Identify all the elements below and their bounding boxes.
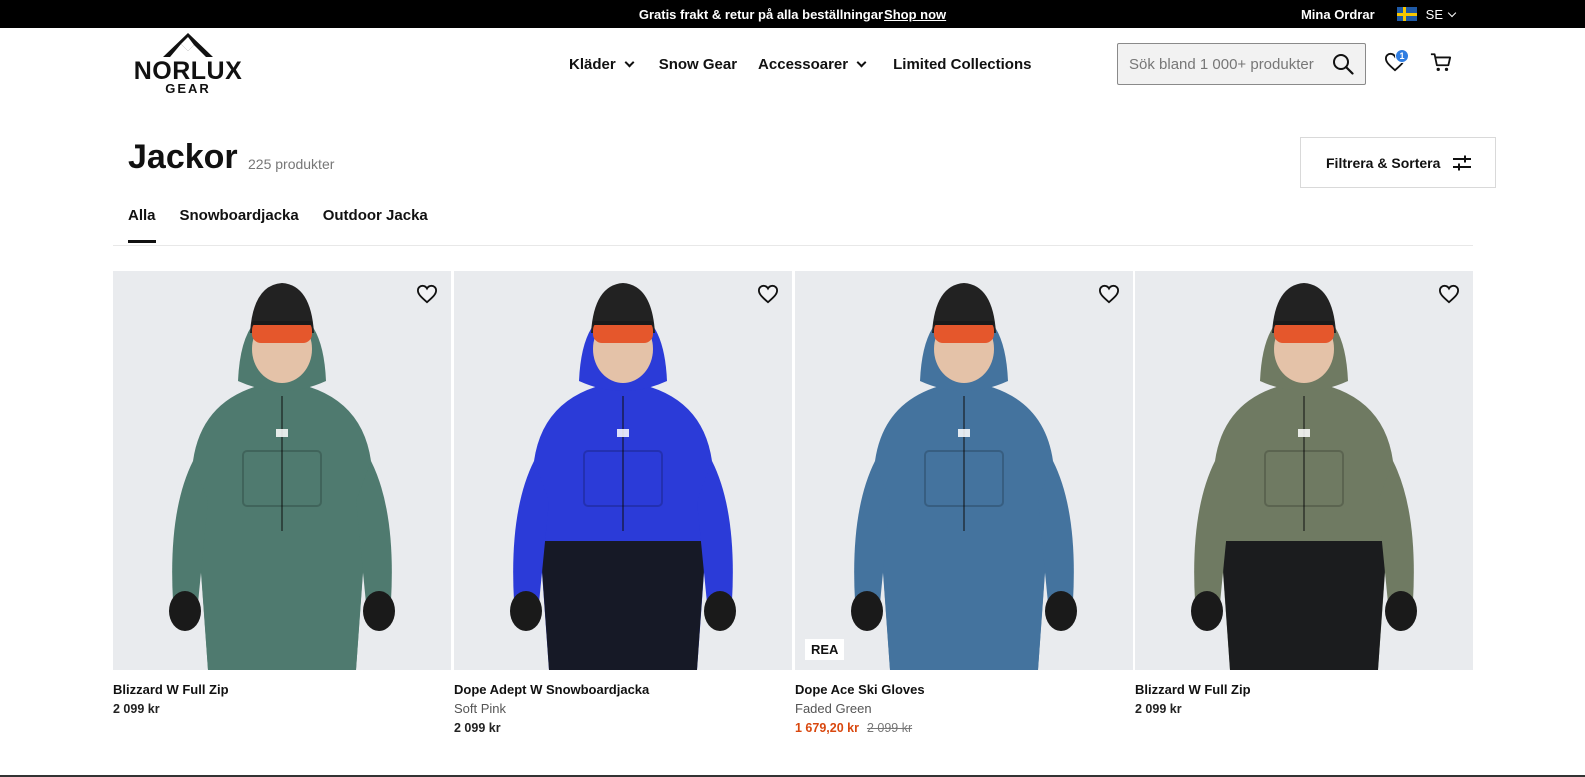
- tab-snowboardjacka[interactable]: Snowboardjacka: [180, 207, 299, 242]
- product-price: 2 099 kr: [454, 721, 501, 735]
- product-count: 225 produkter: [248, 156, 335, 172]
- heart-icon[interactable]: [416, 284, 438, 304]
- product-image[interactable]: [454, 271, 792, 670]
- search-icon[interactable]: [1332, 53, 1354, 75]
- language-label: SE: [1425, 6, 1443, 22]
- sale-price: 1 679,20 kr: [795, 721, 859, 735]
- category-tabs: Alla Snowboardjacka Outdoor Jacka: [128, 207, 452, 243]
- product-photo: [169, 283, 395, 670]
- nav-item-klader[interactable]: Kläder: [569, 55, 635, 73]
- product-variant: Faded Green: [795, 701, 872, 716]
- product-name[interactable]: Blizzard W Full Zip: [1135, 682, 1473, 697]
- logo[interactable]: NORLUX GEAR: [131, 30, 245, 96]
- product-name[interactable]: Dope Ace Ski Gloves: [795, 682, 1133, 697]
- heart-icon[interactable]: [757, 284, 779, 304]
- product-image[interactable]: REA: [795, 271, 1133, 670]
- sweden-flag-icon: [1396, 7, 1417, 21]
- nav-item-label: Snow Gear: [658, 55, 738, 73]
- cart-icon[interactable]: [1430, 52, 1452, 73]
- mountain-logo-icon: [163, 33, 213, 57]
- announcement-bar: Gratis frakt & retur på alla beställning…: [0, 0, 1585, 28]
- chevron-down-icon: [1447, 8, 1457, 17]
- sliders-icon: [1453, 155, 1472, 170]
- sale-badge: REA: [805, 639, 845, 660]
- nav-item-label: Limited Collections: [893, 55, 1032, 73]
- topbar-right: Mina Ordrar SE: [1301, 0, 1457, 28]
- heart-icon[interactable]: [1438, 284, 1460, 304]
- shop-now-link[interactable]: Shop now: [884, 7, 946, 22]
- product-image[interactable]: [113, 271, 451, 670]
- tab-outdoor-jacka[interactable]: Outdoor Jacka: [323, 207, 428, 242]
- tab-alla[interactable]: Alla: [128, 207, 156, 243]
- chevron-down-icon: [624, 57, 635, 67]
- product-name[interactable]: Dope Adept W Snowboardjacka: [454, 682, 792, 697]
- product-photo: [510, 283, 736, 670]
- product-card: Blizzard W Full Zip 2 099 kr: [1135, 271, 1473, 716]
- my-orders-link[interactable]: Mina Ordrar: [1301, 7, 1375, 22]
- original-price: 2 099 kr: [866, 721, 913, 735]
- search-input[interactable]: [1118, 55, 1318, 73]
- main-nav: Kläder Snow Gear Accessoarer Limited Col…: [569, 52, 1031, 76]
- product-name[interactable]: Blizzard W Full Zip: [113, 682, 451, 697]
- product-card: Blizzard W Full Zip 2 099 kr: [113, 271, 451, 716]
- heart-icon[interactable]: [1098, 284, 1120, 304]
- product-image[interactable]: [1135, 271, 1473, 670]
- page-title: Jackor: [128, 138, 238, 176]
- nav-item-label: Accessoarer: [758, 55, 849, 73]
- search-box: [1117, 43, 1366, 85]
- product-card: Dope Adept W Snowboardjacka Soft Pink 2 …: [454, 271, 792, 735]
- nav-item-accessoarer[interactable]: Accessoarer: [758, 55, 867, 73]
- product-variant: Soft Pink: [454, 701, 507, 716]
- language-selector[interactable]: SE: [1425, 6, 1457, 22]
- filter-sort-label: Filtrera & Sortera: [1326, 154, 1441, 171]
- product-price: 2 099 kr: [1135, 702, 1182, 716]
- chevron-down-icon: [856, 57, 867, 67]
- product-price: 1 679,20 kr 2 099 kr: [795, 721, 1133, 735]
- nav-item-snow-gear[interactable]: Snow Gear: [659, 56, 737, 73]
- filter-sort-button[interactable]: Filtrera & Sortera: [1300, 137, 1496, 188]
- nav-item-limited-collections[interactable]: Limited Collections: [893, 56, 1031, 73]
- product-card: REA Dope Ace Ski Gloves Faded Green 1 67…: [795, 271, 1133, 735]
- logo-sub: GEAR: [165, 81, 211, 96]
- wishlist-count-badge: 1: [1395, 49, 1409, 63]
- promo-text: Gratis frakt & retur på alla beställning…: [638, 6, 884, 22]
- product-photo: [1191, 283, 1417, 670]
- nav-item-label: Kläder: [569, 55, 616, 73]
- product-photo: [851, 283, 1077, 670]
- product-price: 2 099 kr: [113, 702, 160, 716]
- tabs-divider: [113, 245, 1473, 246]
